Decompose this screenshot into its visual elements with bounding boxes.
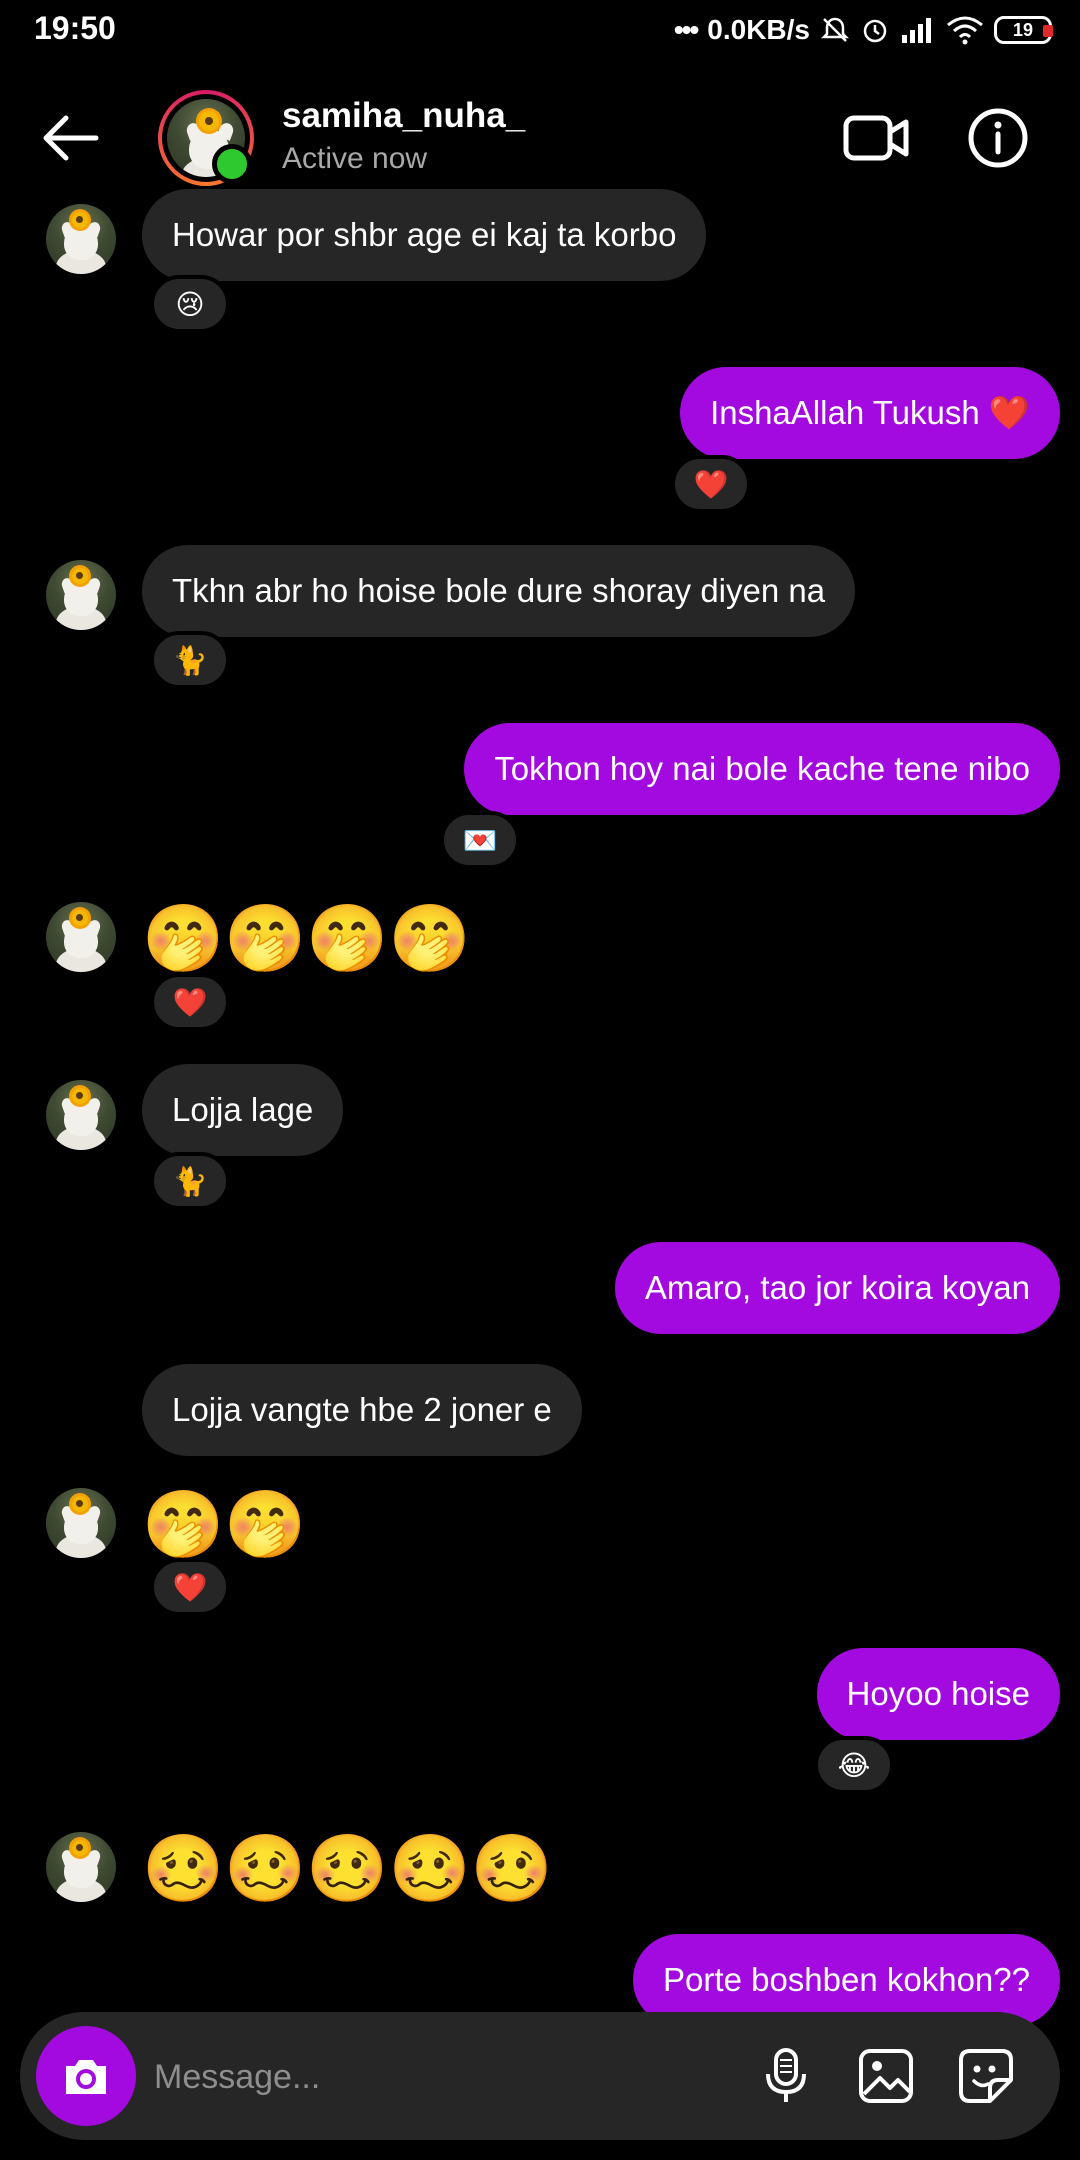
status-bar: 19:50 ••• 0.0KB/s 19 <box>0 0 1080 62</box>
info-icon[interactable] <box>966 106 1030 170</box>
message-reaction[interactable]: ❤️ <box>150 1558 230 1616</box>
microphone-icon[interactable] <box>756 2046 816 2106</box>
message-reaction[interactable]: 🐈 <box>150 1152 230 1210</box>
back-arrow-icon[interactable] <box>38 106 102 170</box>
online-indicator <box>212 144 252 184</box>
wifi-icon <box>946 15 984 45</box>
message-bubble-incoming[interactable]: Howar por shbr age ei kaj ta korbo <box>142 189 707 281</box>
dots-icon: ••• <box>673 14 699 45</box>
contact-username[interactable]: samiha_nuha_ <box>282 96 525 136</box>
status-time: 19:50 <box>34 10 116 46</box>
video-call-icon[interactable] <box>842 106 910 170</box>
emoji-message[interactable]: 🤭🤭 <box>142 1484 306 1564</box>
message-bubble-incoming[interactable]: Lojja lage <box>142 1064 344 1156</box>
message-bubble-outgoing[interactable]: Tokhon hoy nai bole kache tene nibo <box>464 723 1060 815</box>
message-bubble-outgoing[interactable]: Hoyoo hoise <box>816 1648 1060 1740</box>
emoji-message[interactable]: 🥴🥴🥴🥴🥴 <box>142 1828 553 1908</box>
status-icons: ••• 0.0KB/s 19 <box>673 10 1053 50</box>
sender-avatar[interactable] <box>46 1080 116 1150</box>
message-reaction[interactable]: 💌 <box>440 811 520 869</box>
sender-avatar[interactable] <box>46 204 116 274</box>
emoji-message[interactable]: 🤭🤭🤭🤭 <box>142 898 471 978</box>
sender-avatar[interactable] <box>46 560 116 630</box>
sender-avatar[interactable] <box>46 902 116 972</box>
message-bubble-incoming[interactable]: Lojja vangte hbe 2 joner e <box>142 1364 582 1456</box>
gallery-icon[interactable] <box>856 2046 916 2106</box>
message-reaction[interactable]: 😂 <box>814 1736 894 1794</box>
net-speed: 0.0KB/s <box>707 14 810 45</box>
sticker-icon[interactable] <box>956 2046 1016 2106</box>
message-reaction[interactable]: 😢 <box>150 275 230 333</box>
camera-icon[interactable] <box>36 2026 136 2126</box>
message-composer <box>20 2012 1060 2140</box>
sender-avatar[interactable] <box>46 1832 116 1902</box>
signal-icon <box>900 15 936 45</box>
sender-avatar[interactable] <box>46 1488 116 1558</box>
message-bubble-outgoing[interactable]: InshaAllah Tukush ❤️ <box>680 367 1060 459</box>
mute-icon <box>820 15 850 45</box>
battery-icon: 19 <box>994 16 1053 44</box>
message-reaction[interactable]: ❤️ <box>150 973 230 1031</box>
message-reaction[interactable]: ❤️ <box>671 455 751 513</box>
message-bubble-incoming[interactable]: Tkhn abr ho hoise bole dure shoray diyen… <box>142 545 856 637</box>
message-input[interactable] <box>152 2044 716 2110</box>
message-reaction[interactable]: 🐈 <box>150 631 230 689</box>
message-bubble-outgoing[interactable]: Amaro, tao jor koira koyan <box>614 1242 1060 1334</box>
alarm-icon <box>860 15 890 45</box>
contact-status: Active now <box>282 142 428 175</box>
